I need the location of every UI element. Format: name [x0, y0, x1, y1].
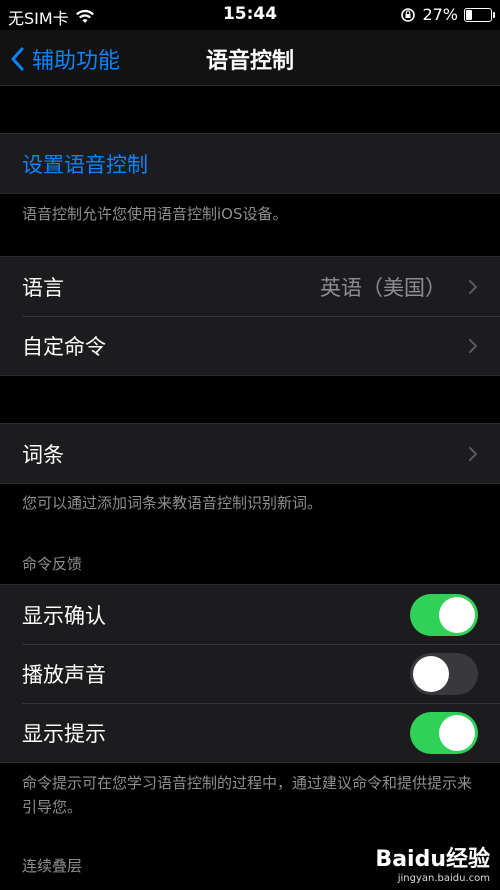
- custom-commands-row[interactable]: 自定命令: [0, 316, 500, 375]
- toggle-knob: [413, 655, 449, 692]
- show-confirmation-toggle[interactable]: [410, 593, 478, 636]
- setup-footnote: 语音控制允许您使用语音控制iOS设备。: [22, 205, 288, 223]
- overlay-header: 连续叠层: [22, 857, 83, 875]
- vocabulary-footnote: 您可以通过添加词条来教语音控制识别新词。: [22, 494, 323, 512]
- feedback-section: 显示确认 播放声音 显示提示: [0, 584, 500, 763]
- chevron-right-icon: [469, 279, 478, 294]
- vocabulary-section: 词条: [0, 423, 500, 484]
- custom-commands-label: 自定命令: [22, 334, 106, 359]
- feedback-footnote: 命令提示可在您学习语音控制的过程中，通过建议命令和提供提示来引导您。: [22, 774, 473, 816]
- show-confirmation-row: 显示确认: [0, 585, 500, 644]
- play-sound-label: 播放声音: [22, 662, 106, 687]
- chevron-right-icon: [469, 446, 478, 461]
- language-value: 英语（美国）: [320, 275, 446, 300]
- baidu-watermark: Baidu经验 jingyan.baidu.com: [375, 841, 490, 884]
- battery-fill: [466, 9, 472, 20]
- status-right: 27%: [400, 5, 495, 24]
- orientation-lock-icon: [401, 7, 416, 22]
- language-section: 语言 英语（美国） 自定命令: [0, 256, 500, 376]
- show-hints-row: 显示提示: [0, 703, 500, 762]
- feedback-header: 命令反馈: [22, 555, 83, 573]
- vocabulary-row[interactable]: 词条: [0, 424, 500, 483]
- vocabulary-label: 词条: [22, 442, 64, 467]
- play-sound-toggle[interactable]: [410, 652, 478, 695]
- play-sound-row: 播放声音: [0, 644, 500, 703]
- navigation-bar: 辅助功能 语音控制: [0, 30, 500, 86]
- show-confirmation-label: 显示确认: [22, 603, 106, 628]
- watermark-main: Baidu经验: [375, 847, 490, 872]
- toggle-knob: [439, 714, 475, 751]
- chevron-right-icon: [469, 338, 478, 353]
- show-hints-toggle[interactable]: [410, 711, 478, 754]
- toggle-knob: [439, 596, 475, 633]
- language-label: 语言: [22, 275, 64, 300]
- battery-icon: [464, 7, 495, 22]
- status-bar: 无SIM卡 15:44 27%: [0, 0, 500, 30]
- setup-section: 设置语音控制: [0, 133, 500, 194]
- watermark-url: jingyan.baidu.com: [397, 873, 490, 884]
- page-title: 语音控制: [205, 49, 294, 74]
- show-hints-label: 显示提示: [22, 721, 106, 746]
- setup-link-label: 设置语音控制: [22, 152, 148, 177]
- setup-voice-control-link[interactable]: 设置语音控制: [0, 134, 500, 193]
- language-row[interactable]: 语言 英语（美国）: [0, 257, 500, 316]
- battery-percent: 27%: [422, 5, 458, 24]
